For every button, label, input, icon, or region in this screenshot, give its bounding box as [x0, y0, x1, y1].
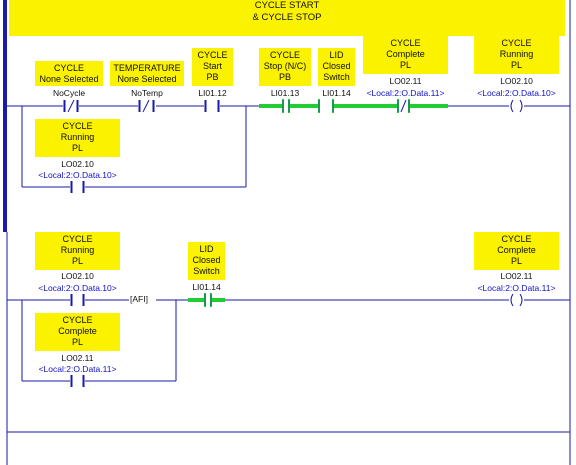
desc-coil-complete: CYCLE Complete PL: [474, 232, 559, 270]
energized-wire: [259, 104, 282, 108]
contact-lid-closed-r1[interactable]: [204, 293, 212, 307]
desc-branch-running: CYCLE Running PL: [35, 119, 120, 157]
contact-cycle-stop[interactable]: [282, 99, 290, 113]
contact-cycle-running[interactable]: [70, 294, 85, 306]
contact-branch-running[interactable]: [70, 181, 85, 193]
tag-li0114-r1: LI01.14: [192, 282, 221, 292]
desc-cycle-stop: CYCLE Stop (N/C) PB: [259, 48, 311, 86]
tag-lo0211-c: LO02.11: [61, 353, 94, 363]
desc-temperature: TEMPERATURE None Selected: [110, 61, 184, 86]
desc-cycle-complete: CYCLE Complete PL: [363, 36, 448, 74]
desc-coil-running: CYCLE Running PL: [474, 36, 559, 74]
tag-nocycle: NoCycle: [52, 88, 86, 98]
contact-nocycle[interactable]: [63, 99, 79, 113]
afi-label: AFI: [132, 294, 146, 304]
left-power-rail: [3, 0, 7, 232]
contact-lid-closed[interactable]: [318, 99, 334, 113]
coil-cycle-running[interactable]: [510, 99, 523, 113]
tag-li0114: LI01.14: [322, 88, 351, 98]
tag-lo0210-c: LO02.10: [61, 271, 94, 281]
tag-lo0210-b: LO02.10: [61, 159, 94, 169]
rung-comment: CYCLE START & CYCLE STOP: [9, 0, 565, 36]
alias-lo0211-a: <Local:2:O.Data.11>: [366, 88, 445, 98]
alias-lo0211-b: <Local:2:O.Data.11>: [477, 283, 556, 293]
tag-li0112: LI01.12: [198, 88, 227, 98]
desc-branch-complete: CYCLE Complete PL: [35, 313, 120, 351]
desc-cycle-start: CYCLE Start PB: [192, 48, 233, 86]
desc-cycle-running-r1: CYCLE Running PL: [35, 232, 120, 270]
contact-branch-complete[interactable]: [70, 375, 85, 387]
alias-lo0210-c: <Local:2:O.Data.10>: [38, 283, 117, 293]
coil-cycle-complete[interactable]: [510, 293, 523, 307]
contact-cycle-start[interactable]: [204, 100, 220, 112]
rung-comment-line1: CYCLE START: [254, 0, 320, 11]
alias-lo0210-a: <Local:2:O.Data.10>: [477, 88, 556, 98]
tag-lo0211-b: LO02.11: [500, 271, 533, 281]
alias-lo0210-b: <Local:2:O.Data.10>: [38, 170, 117, 180]
alias-lo0211-c: <Local:2:O.Data.11>: [38, 364, 117, 374]
desc-lid-closed-r1: LID Closed Switch: [188, 242, 225, 280]
tag-lo0210-a: LO02.10: [500, 76, 533, 86]
afi-instruction[interactable]: [AFI]: [129, 294, 149, 304]
contact-cycle-complete[interactable]: [397, 99, 410, 113]
tag-lo0211-a: LO02.11: [389, 76, 422, 86]
tag-notemp: NoTemp: [131, 88, 163, 98]
desc-lid-closed: LID Closed Switch: [318, 48, 355, 86]
rung-comment-line2: & CYCLE STOP: [252, 12, 322, 23]
desc-cycle-none-selected: CYCLE None Selected: [35, 61, 103, 86]
contact-notemp[interactable]: [138, 99, 155, 113]
tag-li0113: LI01.13: [270, 88, 300, 98]
